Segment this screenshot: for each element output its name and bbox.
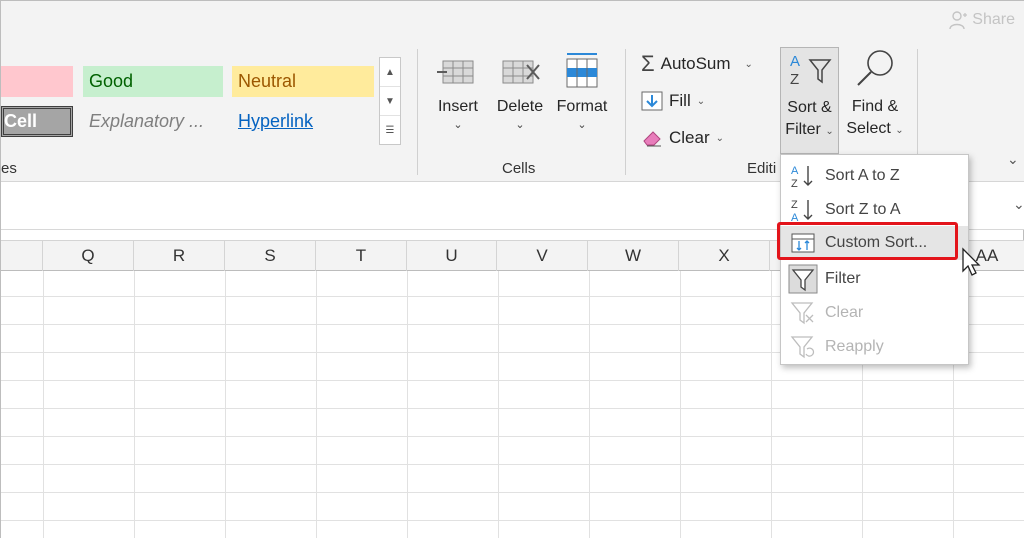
sort-a-to-z-icon: A Z (791, 165, 813, 190)
chevron-down-icon: ⌄ (453, 119, 463, 131)
column-header-v[interactable]: V (497, 241, 588, 271)
format-button[interactable]: Format ⌄ (554, 51, 610, 132)
menu-item-label: Sort Z to A (825, 201, 901, 218)
menu-item-label: Reapply (825, 338, 884, 355)
style-explanatory-label: Explanatory ... (89, 111, 205, 131)
style-check-cell[interactable]: Cell (1, 106, 73, 137)
expand-formula-bar-icon[interactable]: ⌄ (1013, 196, 1024, 213)
separator (417, 49, 418, 175)
column-header-x[interactable]: X (679, 241, 770, 271)
collapse-ribbon-icon[interactable]: ⌄ (1007, 151, 1019, 168)
clear-filter-icon (790, 302, 814, 325)
cells-group-label: Cells (502, 160, 536, 177)
title-bar: Share (1, 1, 1024, 41)
delete-label: Delete (496, 98, 544, 115)
share-label: Share (972, 11, 1015, 28)
column-header[interactable] (1, 241, 43, 271)
fill-down-icon (641, 91, 663, 111)
style-bad[interactable] (1, 66, 73, 97)
chevron-down-icon: ⌄ (895, 125, 904, 136)
delete-cells-icon (502, 60, 540, 84)
separator (625, 49, 626, 175)
autosum-button[interactable]: Σ AutoSum ⌄ (641, 51, 753, 77)
svg-text:Z: Z (791, 199, 798, 211)
custom-sort-highlight (777, 222, 958, 260)
sort-z-to-a-icon: Z A (791, 199, 813, 224)
clear-button[interactable]: Clear ⌄ (641, 125, 724, 151)
menu-item-clear[interactable]: Clear (781, 296, 968, 330)
styles-gallery-scroll[interactable]: ▲ ▼ ☰ (379, 57, 401, 145)
find-select-button[interactable]: Find & Select ⌄ (843, 47, 907, 142)
menu-item-filter[interactable]: Filter (781, 262, 968, 296)
chevron-down-icon: ⌄ (696, 95, 706, 107)
sort-filter-button[interactable]: A Z Sort & Filter ⌄ (780, 47, 839, 154)
column-header-s[interactable]: S (225, 241, 316, 271)
format-cells-icon (566, 53, 598, 88)
column-header-r[interactable]: R (134, 241, 225, 271)
styles-group-label: es (1, 160, 17, 177)
sigma-icon: Σ (641, 51, 655, 76)
menu-item-sort-a-to-z[interactable]: A Z Sort A to Z (781, 159, 968, 193)
fill-button[interactable]: Fill ⌄ (641, 88, 705, 114)
mouse-cursor-icon (962, 247, 981, 276)
chevron-down-icon: ⌄ (715, 132, 725, 144)
svg-text:Z: Z (790, 71, 799, 88)
style-hyperlink[interactable]: Hyperlink (232, 106, 374, 137)
style-neutral-label: Neutral (238, 71, 297, 91)
style-neutral[interactable]: Neutral (232, 66, 374, 97)
format-label: Format (556, 98, 608, 115)
chevron-down-icon: ⌄ (825, 126, 834, 137)
insert-label: Insert (437, 98, 478, 115)
scroll-up-icon[interactable]: ▲ (380, 58, 400, 87)
insert-cells-icon (437, 60, 474, 84)
sort-filter-icon: A Z (790, 53, 832, 88)
share-button[interactable]: Share (948, 9, 1015, 31)
column-header-u[interactable]: U (407, 241, 497, 271)
filter-icon (788, 264, 818, 294)
svg-text:A: A (790, 53, 800, 70)
find-select-label-2: Select (846, 120, 891, 137)
svg-text:Z: Z (791, 178, 798, 190)
sort-filter-label-2: Filter (785, 121, 821, 138)
clear-label: Clear (669, 128, 710, 147)
column-header-t[interactable]: T (316, 241, 407, 271)
chevron-down-icon: ⌄ (744, 58, 753, 70)
eraser-icon (643, 131, 661, 147)
chevron-down-icon: ⌄ (515, 119, 525, 131)
fill-label: Fill (669, 91, 691, 110)
style-good[interactable]: Good (83, 66, 223, 97)
chevron-down-icon: ⌄ (577, 119, 587, 131)
svg-text:A: A (791, 165, 799, 177)
column-header-w[interactable]: W (588, 241, 679, 271)
column-header-q[interactable]: Q (43, 241, 134, 271)
style-good-label: Good (89, 71, 134, 91)
gallery-more-icon[interactable]: ☰ (380, 116, 400, 145)
insert-button[interactable]: Insert ⌄ (431, 51, 485, 132)
find-select-label-1: Find & (851, 98, 899, 115)
menu-item-label: Clear (825, 304, 864, 321)
menu-item-reapply[interactable]: Reapply (781, 330, 968, 364)
style-check-cell-label: Cell (4, 111, 38, 131)
style-explanatory[interactable]: Explanatory ... (83, 106, 223, 137)
menu-item-label: Sort A to Z (825, 167, 900, 184)
magnifier-icon (857, 50, 893, 86)
reapply-filter-icon (790, 336, 815, 359)
sort-filter-label-1: Sort & (787, 99, 832, 116)
editing-group-label: Editi (747, 160, 777, 177)
delete-button[interactable]: Delete ⌄ (494, 51, 546, 132)
person-icon (949, 11, 968, 30)
scroll-down-icon[interactable]: ▼ (380, 87, 400, 116)
autosum-label: AutoSum (660, 54, 731, 73)
menu-item-label: Filter (825, 270, 861, 287)
style-hyperlink-label: Hyperlink (238, 111, 314, 131)
